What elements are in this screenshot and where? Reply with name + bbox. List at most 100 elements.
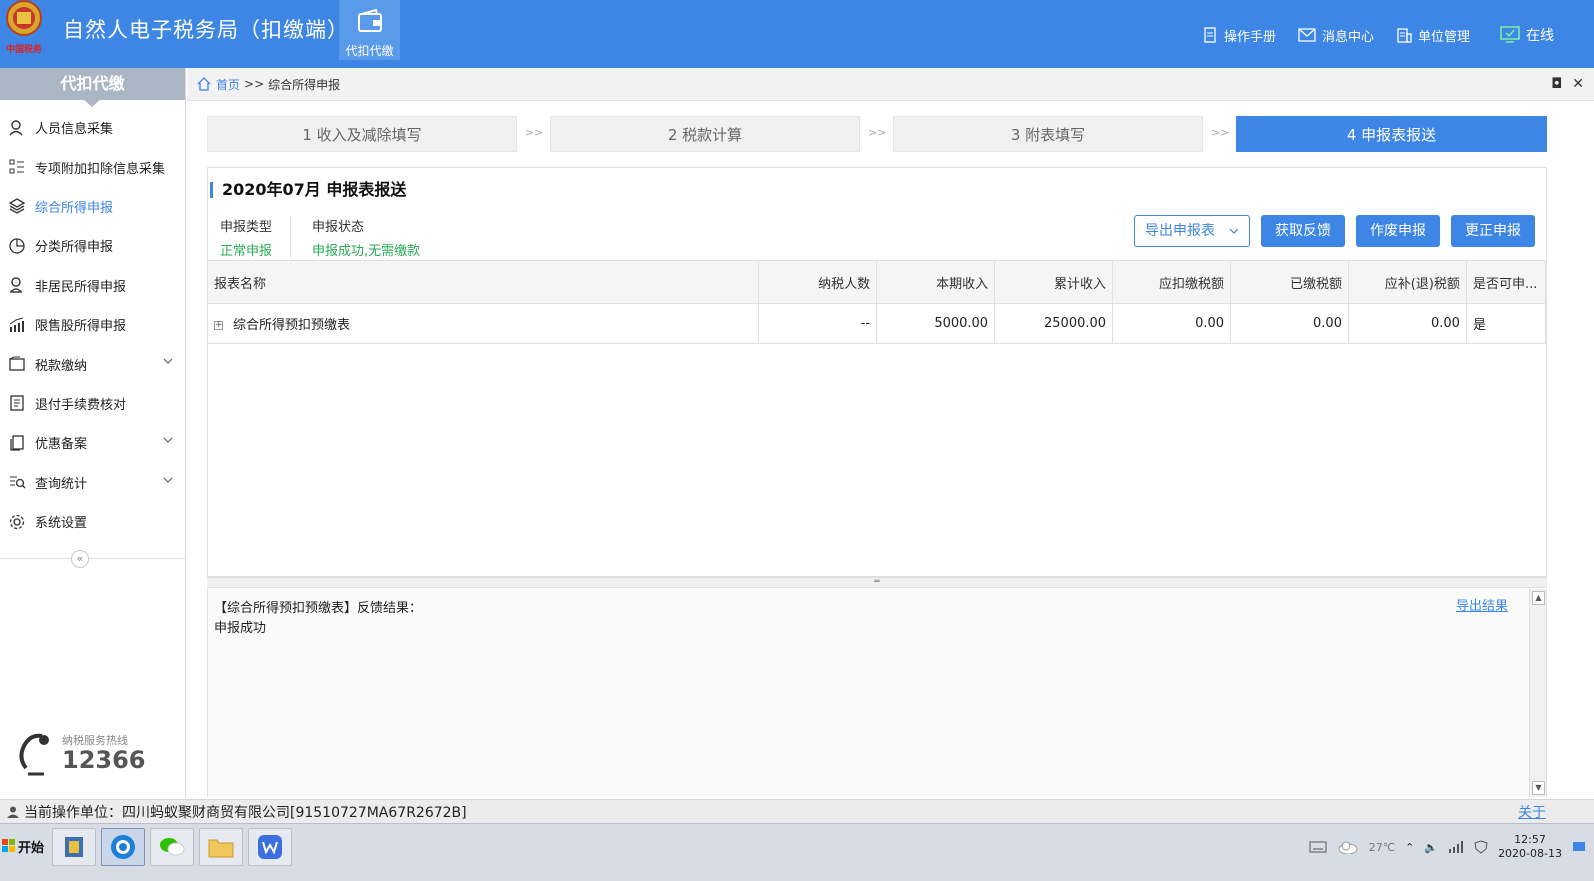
breadcrumb-home[interactable]: 首页 (216, 76, 240, 93)
col-report-name: 报表名称 (208, 260, 760, 304)
close-icon[interactable]: ✕ (1572, 76, 1584, 92)
sidebar-item-restricted-stock[interactable]: 限售股所得申报 (0, 305, 185, 344)
sidebar-item-preferential-filing[interactable]: 优惠备案 (0, 423, 185, 462)
taskbar-app-wechat[interactable] (150, 828, 194, 866)
action-buttons: 导出申报表 获取反馈 作废申报 更正申报 (1134, 215, 1535, 247)
clock-date: 2020-08-13 (1498, 847, 1562, 860)
sidebar-item-comprehensive-income[interactable]: 综合所得申报 (0, 187, 185, 226)
col-refund-tax: 应补(退)税额 (1348, 260, 1467, 304)
col-paid-tax: 已缴税额 (1230, 260, 1349, 304)
volume-icon[interactable]: 🔈 (1424, 841, 1438, 854)
about-link[interactable]: 关于 (1518, 802, 1546, 822)
search-list-icon (10, 476, 26, 489)
export-report-dropdown[interactable]: 导出申报表 (1134, 215, 1250, 247)
sidebar-item-fee-check[interactable]: 退付手续费核对 (0, 384, 185, 423)
taskbar-app-explorer[interactable] (52, 828, 96, 866)
col-taxpayer-count: 纳税人数 (758, 260, 878, 304)
sidebar-item-tax-payment[interactable]: 税款缴纳 (0, 344, 185, 383)
wps-icon (258, 835, 282, 859)
step-income-deduction[interactable]: 1 收入及减除填写 (207, 116, 517, 152)
online-status-label: 在线 (1526, 28, 1554, 44)
system-tray: 27℃ ⌃ 🔈 12:57 2020-08-13 (1309, 828, 1594, 866)
sidebar-item-settings[interactable]: 系统设置 (0, 502, 185, 541)
windows-logo-icon (2, 839, 15, 852)
unit-management-link[interactable]: 单位管理 (1396, 25, 1470, 45)
weather-temp: 27℃ (1368, 840, 1396, 854)
sidebar-item-label: 税款缴纳 (35, 358, 88, 374)
building-icon (1397, 28, 1412, 43)
cell-refund-tax: 0.00 (1348, 303, 1467, 344)
copy-icon (10, 435, 24, 451)
manual-link[interactable]: 操作手册 (1202, 25, 1276, 45)
correct-declaration-button[interactable]: 更正申报 (1451, 215, 1535, 247)
folder-icon (208, 839, 234, 858)
feedback-scrollbar[interactable]: ▲ ▼ (1529, 589, 1546, 797)
status-bar: 当前操作单位：四川蚂蚁聚财商贸有限公司[91510727MA67R2672B] … (0, 799, 1594, 823)
panel-title: 2020年07月 申报表报送 (210, 182, 406, 198)
current-unit-text: 当前操作单位：四川蚂蚁聚财商贸有限公司[91510727MA67R2672B] (24, 804, 467, 821)
message-center-link[interactable]: 消息中心 (1298, 25, 1374, 45)
antivirus-icon[interactable] (1474, 840, 1488, 854)
export-result-link[interactable]: 导出结果 (1456, 595, 1508, 614)
sidebar-item-label: 分类所得申报 (35, 240, 114, 256)
chevron-down-icon (163, 437, 173, 443)
sidebar-item-classified-income[interactable]: 分类所得申报 (0, 226, 185, 265)
sidebar-item-label: 综合所得申报 (35, 200, 114, 216)
gear-icon (9, 514, 25, 529)
step-attachment[interactable]: 3 附表填写 (893, 116, 1203, 152)
feedback-panel: 【综合所得预扣预缴表】反馈结果： 申报成功 导出结果 ▲ ▼ (207, 589, 1547, 797)
step-tax-calculation[interactable]: 2 税款计算 (550, 116, 860, 152)
show-hidden-icon[interactable]: ⌃ (1405, 841, 1414, 854)
sidebar-item-query-stats[interactable]: 查询统计 (0, 463, 185, 502)
tax-emblem-logo: 中国税务 (6, 0, 43, 55)
layers-icon (8, 198, 26, 215)
expand-row-icon[interactable]: + (214, 321, 223, 330)
maximize-icon[interactable]: ◘ (1551, 76, 1562, 92)
list-icon (9, 159, 24, 174)
taskbar-app-folder[interactable] (199, 828, 243, 866)
cloud-icon (1338, 841, 1358, 854)
taskbar-app-wps[interactable] (248, 828, 292, 866)
breadcrumb: 首页 >> 综合所得申报 ◘ ✕ (187, 68, 1594, 101)
clock[interactable]: 12:57 2020-08-13 (1498, 833, 1562, 861)
step-arrow: >> (1211, 126, 1230, 139)
cell-cumulative-income: 25000.00 (994, 303, 1114, 344)
sidebar-item-label: 查询统计 (35, 476, 88, 492)
cell-report-name: + 综合所得预扣预缴表 (208, 303, 760, 344)
wallet-icon (357, 8, 382, 32)
declaration-status-label: 申报状态 (312, 220, 365, 235)
breadcrumb-separator: >> (244, 77, 265, 91)
keyboard-icon[interactable] (1309, 840, 1327, 854)
cell-period-income: 5000.00 (876, 303, 996, 344)
report-panel: 2020年07月 申报表报送 申报类型 正常申报 申报状态 申报成功,无需缴款 … (207, 167, 1547, 577)
mail-icon (1298, 28, 1316, 42)
sidebar-item-special-deduction[interactable]: 专项附加扣除信息采集 (0, 147, 185, 186)
scroll-up-icon[interactable]: ▲ (1532, 591, 1545, 605)
taskbar-app-tax-client[interactable] (101, 828, 145, 866)
tab-withholding[interactable]: 代扣代缴 (339, 0, 400, 60)
app-header: 中国税务 自然人电子税务局（扣缴端） 代扣代缴 操作手册 消息中心 单位管理 在… (0, 0, 1594, 68)
sidebar-item-label: 专项附加扣除信息采集 (35, 161, 166, 177)
show-desktop-icon[interactable] (1572, 841, 1586, 853)
export-report-label: 导出申报表 (1145, 223, 1215, 239)
unit-management-label: 单位管理 (1417, 29, 1470, 45)
person-icon (10, 277, 22, 293)
void-declaration-button[interactable]: 作废申报 (1356, 215, 1440, 247)
scroll-down-icon[interactable]: ▼ (1532, 781, 1545, 795)
sidebar-item-nonresident[interactable]: 非居民所得申报 (0, 266, 185, 305)
sidebar-item-personnel-info[interactable]: 人员信息采集 (0, 108, 185, 147)
table-row[interactable]: + 综合所得预扣预缴表 -- 5000.00 25000.00 0.00 0.00… (208, 303, 1547, 344)
sidebar-item-label: 限售股所得申报 (35, 319, 127, 335)
start-label: 开始 (18, 840, 45, 856)
start-button[interactable]: 开始 (0, 833, 44, 859)
clock-time: 12:57 (1514, 833, 1546, 846)
chart-icon (9, 317, 24, 332)
collapse-sidebar-button[interactable]: « (71, 550, 89, 568)
get-feedback-button[interactable]: 获取反馈 (1261, 215, 1345, 247)
network-icon[interactable] (1448, 841, 1464, 853)
breadcrumb-current: 综合所得申报 (268, 77, 341, 92)
online-status[interactable]: 在线 (1500, 25, 1554, 45)
cell-paid-tax: 0.00 (1230, 303, 1349, 344)
panel-splitter[interactable]: ═ (207, 577, 1547, 588)
step-submit-report[interactable]: 4 申报表报送 (1236, 116, 1547, 152)
